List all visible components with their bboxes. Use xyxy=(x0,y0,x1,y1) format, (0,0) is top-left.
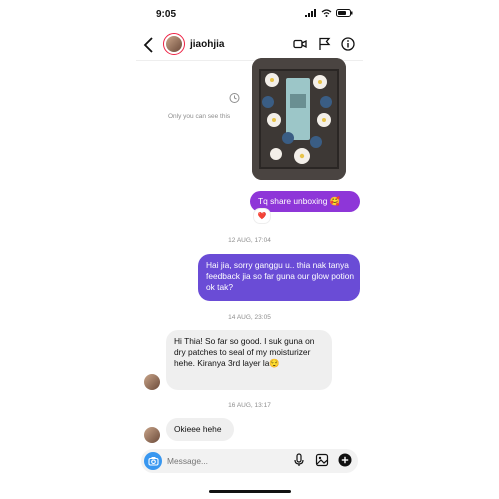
chat-header: jiaohjia xyxy=(136,30,363,61)
outgoing-message[interactable]: Hai jia, sorry ganggu u.. thia nak tanya… xyxy=(198,254,360,301)
photo-content xyxy=(252,58,346,180)
profile-avatar[interactable] xyxy=(163,33,185,55)
chat-username[interactable]: jiaohjia xyxy=(190,39,224,50)
message-composer xyxy=(141,449,358,473)
signal-icon xyxy=(305,9,316,17)
timestamp: 14 AUG, 23:05 xyxy=(228,314,271,321)
status-bar: 9:05 xyxy=(136,0,363,28)
status-time: 9:05 xyxy=(156,9,177,20)
message-text: Hai jia, sorry ganggu u.. thia nak tanya… xyxy=(206,260,355,292)
heart-reaction-badge[interactable]: ❤️ xyxy=(253,208,271,224)
phone-screen: 9:05 jiaohjia Only you can see this Tq s… xyxy=(136,0,363,499)
battery-icon xyxy=(336,9,353,17)
flag-icon[interactable] xyxy=(317,37,331,51)
header-actions xyxy=(293,37,355,51)
add-plus-icon[interactable] xyxy=(338,453,352,467)
incoming-message[interactable]: Hi Thia! So far so good. I suk guna on d… xyxy=(166,330,332,390)
wifi-icon xyxy=(321,9,332,17)
message-text: Okieee hehe xyxy=(174,424,222,434)
camera-icon xyxy=(147,457,159,466)
message-input[interactable] xyxy=(167,454,277,468)
only-you-can-see-label: Only you can see this xyxy=(168,113,231,120)
timestamp: 12 AUG, 17:04 xyxy=(228,237,271,244)
composer-actions xyxy=(292,453,352,467)
history-icon xyxy=(229,93,240,103)
shared-photo[interactable] xyxy=(252,58,346,180)
info-icon[interactable] xyxy=(341,37,355,51)
message-text: Hi Thia! So far so good. I suk guna on d… xyxy=(174,336,315,368)
back-arrow-icon[interactable] xyxy=(142,36,156,54)
home-indicator xyxy=(209,490,291,493)
timestamp: 16 AUG, 13:17 xyxy=(228,402,271,409)
video-call-icon[interactable] xyxy=(293,37,307,51)
sender-avatar[interactable] xyxy=(144,427,160,443)
incoming-message[interactable]: Okieee hehe xyxy=(166,418,234,441)
sender-avatar[interactable] xyxy=(144,374,160,390)
status-icons xyxy=(305,9,353,17)
message-text: Tq share unboxing 🥰 xyxy=(258,196,341,206)
gallery-icon[interactable] xyxy=(315,453,329,467)
microphone-icon[interactable] xyxy=(292,453,306,467)
camera-button[interactable] xyxy=(144,452,162,470)
